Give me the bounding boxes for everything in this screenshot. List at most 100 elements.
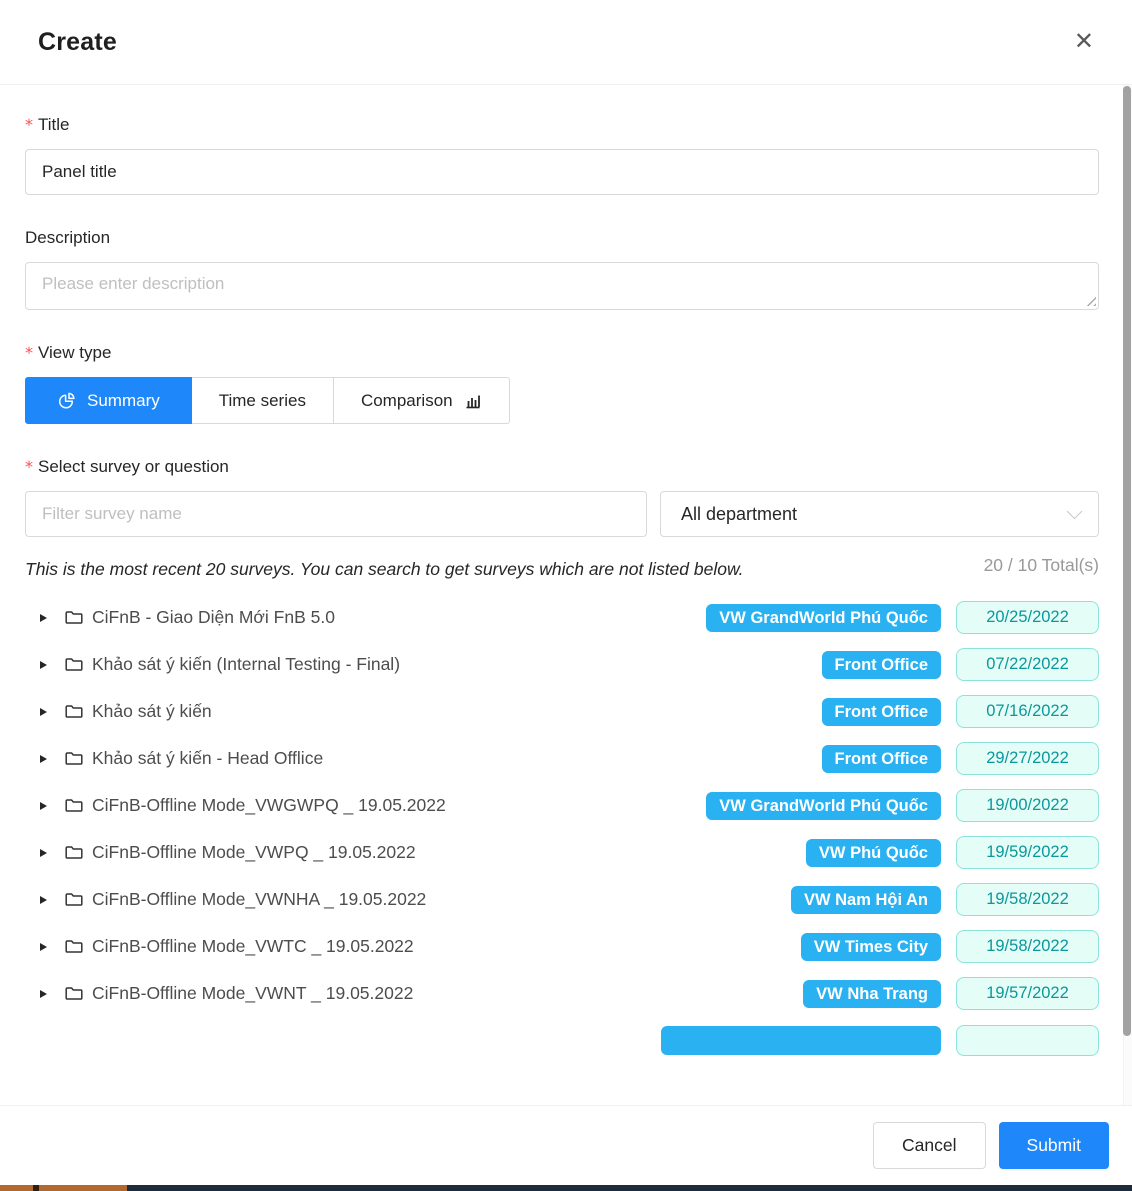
survey-row[interactable]: CiFnB-Offline Mode_VWPQ _ 19.05.2022 VW … (25, 829, 1099, 876)
survey-location-badge: VW Nam Hội An (791, 886, 941, 914)
survey-location-badge: VW Times City (801, 933, 941, 961)
department-select-value: All department (681, 504, 797, 525)
survey-location-badge: Front Office (822, 745, 942, 773)
survey-name: Khảo sát ý kiến (92, 701, 212, 722)
strip-segment (127, 1185, 1132, 1191)
survey-name: CiFnB-Offline Mode_VWNHA _ 19.05.2022 (92, 889, 426, 910)
modal-title: Create (38, 28, 117, 57)
survey-date-badge: 07/22/2022 (956, 648, 1099, 681)
survey-date-badge: 07/16/2022 (956, 695, 1099, 728)
expand-caret-icon[interactable] (40, 661, 47, 669)
filter-row: All department (25, 491, 1099, 537)
expand-caret-icon[interactable] (40, 990, 47, 998)
survey-row[interactable] (25, 1017, 1099, 1064)
tab-time-series[interactable]: Time series (191, 377, 334, 424)
required-asterisk: * (25, 343, 33, 362)
description-input[interactable] (25, 262, 1099, 310)
strip-segment (0, 1185, 33, 1191)
survey-location-badge: Front Office (822, 698, 942, 726)
cancel-button[interactable]: Cancel (873, 1122, 985, 1169)
survey-row[interactable]: Khảo sát ý kiến - Head Offlice Front Off… (25, 735, 1099, 782)
expand-caret-icon[interactable] (40, 755, 47, 763)
folder-icon (64, 843, 84, 862)
modal-body: * Title Description * View type Su (0, 85, 1132, 1105)
survey-row[interactable]: CiFnB-Offline Mode_VWNHA _ 19.05.2022 VW… (25, 876, 1099, 923)
survey-date-badge: 29/27/2022 (956, 742, 1099, 775)
survey-name: Khảo sát ý kiến (Internal Testing - Fina… (92, 654, 400, 675)
folder-icon (64, 608, 84, 627)
survey-name: CiFnB-Offline Mode_VWGWPQ _ 19.05.2022 (92, 795, 446, 816)
survey-date-badge: 19/00/2022 (956, 789, 1099, 822)
total-count: 20 / 10 Total(s) (984, 553, 1099, 576)
pie-chart-icon (57, 391, 76, 410)
survey-list: CiFnB - Giao Diện Mới FnB 5.0 VW GrandWo… (25, 594, 1099, 1064)
survey-row[interactable]: CiFnB-Offline Mode_VWNT _ 19.05.2022 VW … (25, 970, 1099, 1017)
survey-date-badge: 19/58/2022 (956, 930, 1099, 963)
required-asterisk: * (25, 115, 33, 134)
expand-caret-icon[interactable] (40, 614, 47, 622)
tab-summary[interactable]: Summary (25, 377, 192, 424)
view-type-tab-group: Summary Time series Comparison (25, 377, 1099, 424)
survey-date-badge: 19/57/2022 (956, 977, 1099, 1010)
view-type-label-text: View type (38, 343, 111, 363)
select-survey-label-text: Select survey or question (38, 457, 229, 477)
description-field-wrap (25, 262, 1099, 310)
survey-date-badge (956, 1025, 1099, 1056)
folder-icon (64, 937, 84, 956)
survey-date-badge: 19/58/2022 (956, 883, 1099, 916)
department-select[interactable]: All department (660, 491, 1099, 537)
survey-name: CiFnB-Offline Mode_VWTC _ 19.05.2022 (92, 936, 414, 957)
folder-icon (64, 984, 84, 1003)
survey-row[interactable]: CiFnB-Offline Mode_VWGWPQ _ 19.05.2022 V… (25, 782, 1099, 829)
survey-row[interactable]: CiFnB - Giao Diện Mới FnB 5.0 VW GrandWo… (25, 594, 1099, 641)
tab-comparison-label: Comparison (361, 391, 453, 411)
survey-name: CiFnB-Offline Mode_VWPQ _ 19.05.2022 (92, 842, 416, 863)
select-survey-label: * Select survey or question (25, 457, 1099, 477)
survey-date-badge: 20/25/2022 (956, 601, 1099, 634)
close-icon[interactable]: ✕ (1070, 26, 1098, 58)
scrollbar-thumb[interactable] (1123, 86, 1131, 1036)
folder-icon (64, 655, 84, 674)
title-label: * Title (25, 115, 1099, 135)
modal-footer: Cancel Submit (0, 1105, 1132, 1185)
survey-location-badge: VW GrandWorld Phú Quốc (706, 604, 941, 632)
expand-caret-icon[interactable] (40, 896, 47, 904)
expand-caret-icon[interactable] (40, 802, 47, 810)
survey-name: Khảo sát ý kiến - Head Offlice (92, 748, 323, 769)
modal-header: Create ✕ (0, 0, 1132, 85)
create-panel-modal: Create ✕ * Title Description * View type (0, 0, 1132, 1191)
expand-caret-icon[interactable] (40, 943, 47, 951)
survey-location-badge: VW Nha Trang (803, 980, 941, 1008)
folder-icon (64, 796, 84, 815)
survey-name: CiFnB - Giao Diện Mới FnB 5.0 (92, 607, 335, 628)
title-label-text: Title (38, 115, 70, 135)
description-label-text: Description (25, 228, 110, 248)
survey-row[interactable]: CiFnB-Offline Mode_VWTC _ 19.05.2022 VW … (25, 923, 1099, 970)
folder-icon (64, 890, 84, 909)
expand-caret-icon[interactable] (40, 708, 47, 716)
survey-location-badge: VW GrandWorld Phú Quốc (706, 792, 941, 820)
view-type-label: * View type (25, 343, 1099, 363)
survey-name: CiFnB-Offline Mode_VWNT _ 19.05.2022 (92, 983, 413, 1004)
title-input[interactable] (25, 149, 1099, 195)
notice-text: This is the most recent 20 surveys. You … (25, 553, 744, 585)
survey-location-badge: VW Phú Quốc (806, 839, 941, 867)
survey-row[interactable]: Khảo sát ý kiến Front Office 07/16/2022 (25, 688, 1099, 735)
notice-row: This is the most recent 20 surveys. You … (25, 553, 1099, 585)
survey-location-badge (661, 1026, 941, 1055)
tab-summary-label: Summary (87, 391, 160, 411)
folder-icon (64, 749, 84, 768)
description-label: Description (25, 228, 1099, 248)
survey-location-badge: Front Office (822, 651, 942, 679)
required-asterisk: * (25, 457, 33, 476)
expand-caret-icon[interactable] (40, 849, 47, 857)
survey-row[interactable]: Khảo sát ý kiến (Internal Testing - Fina… (25, 641, 1099, 688)
tab-comparison[interactable]: Comparison (333, 377, 510, 424)
chevron-down-icon (1067, 504, 1083, 520)
scrollbar-track[interactable] (1123, 85, 1132, 1105)
submit-button[interactable]: Submit (999, 1122, 1109, 1169)
survey-date-badge: 19/59/2022 (956, 836, 1099, 869)
filter-survey-input[interactable] (25, 491, 647, 537)
tab-time-series-label: Time series (219, 391, 306, 411)
strip-segment (39, 1185, 127, 1191)
